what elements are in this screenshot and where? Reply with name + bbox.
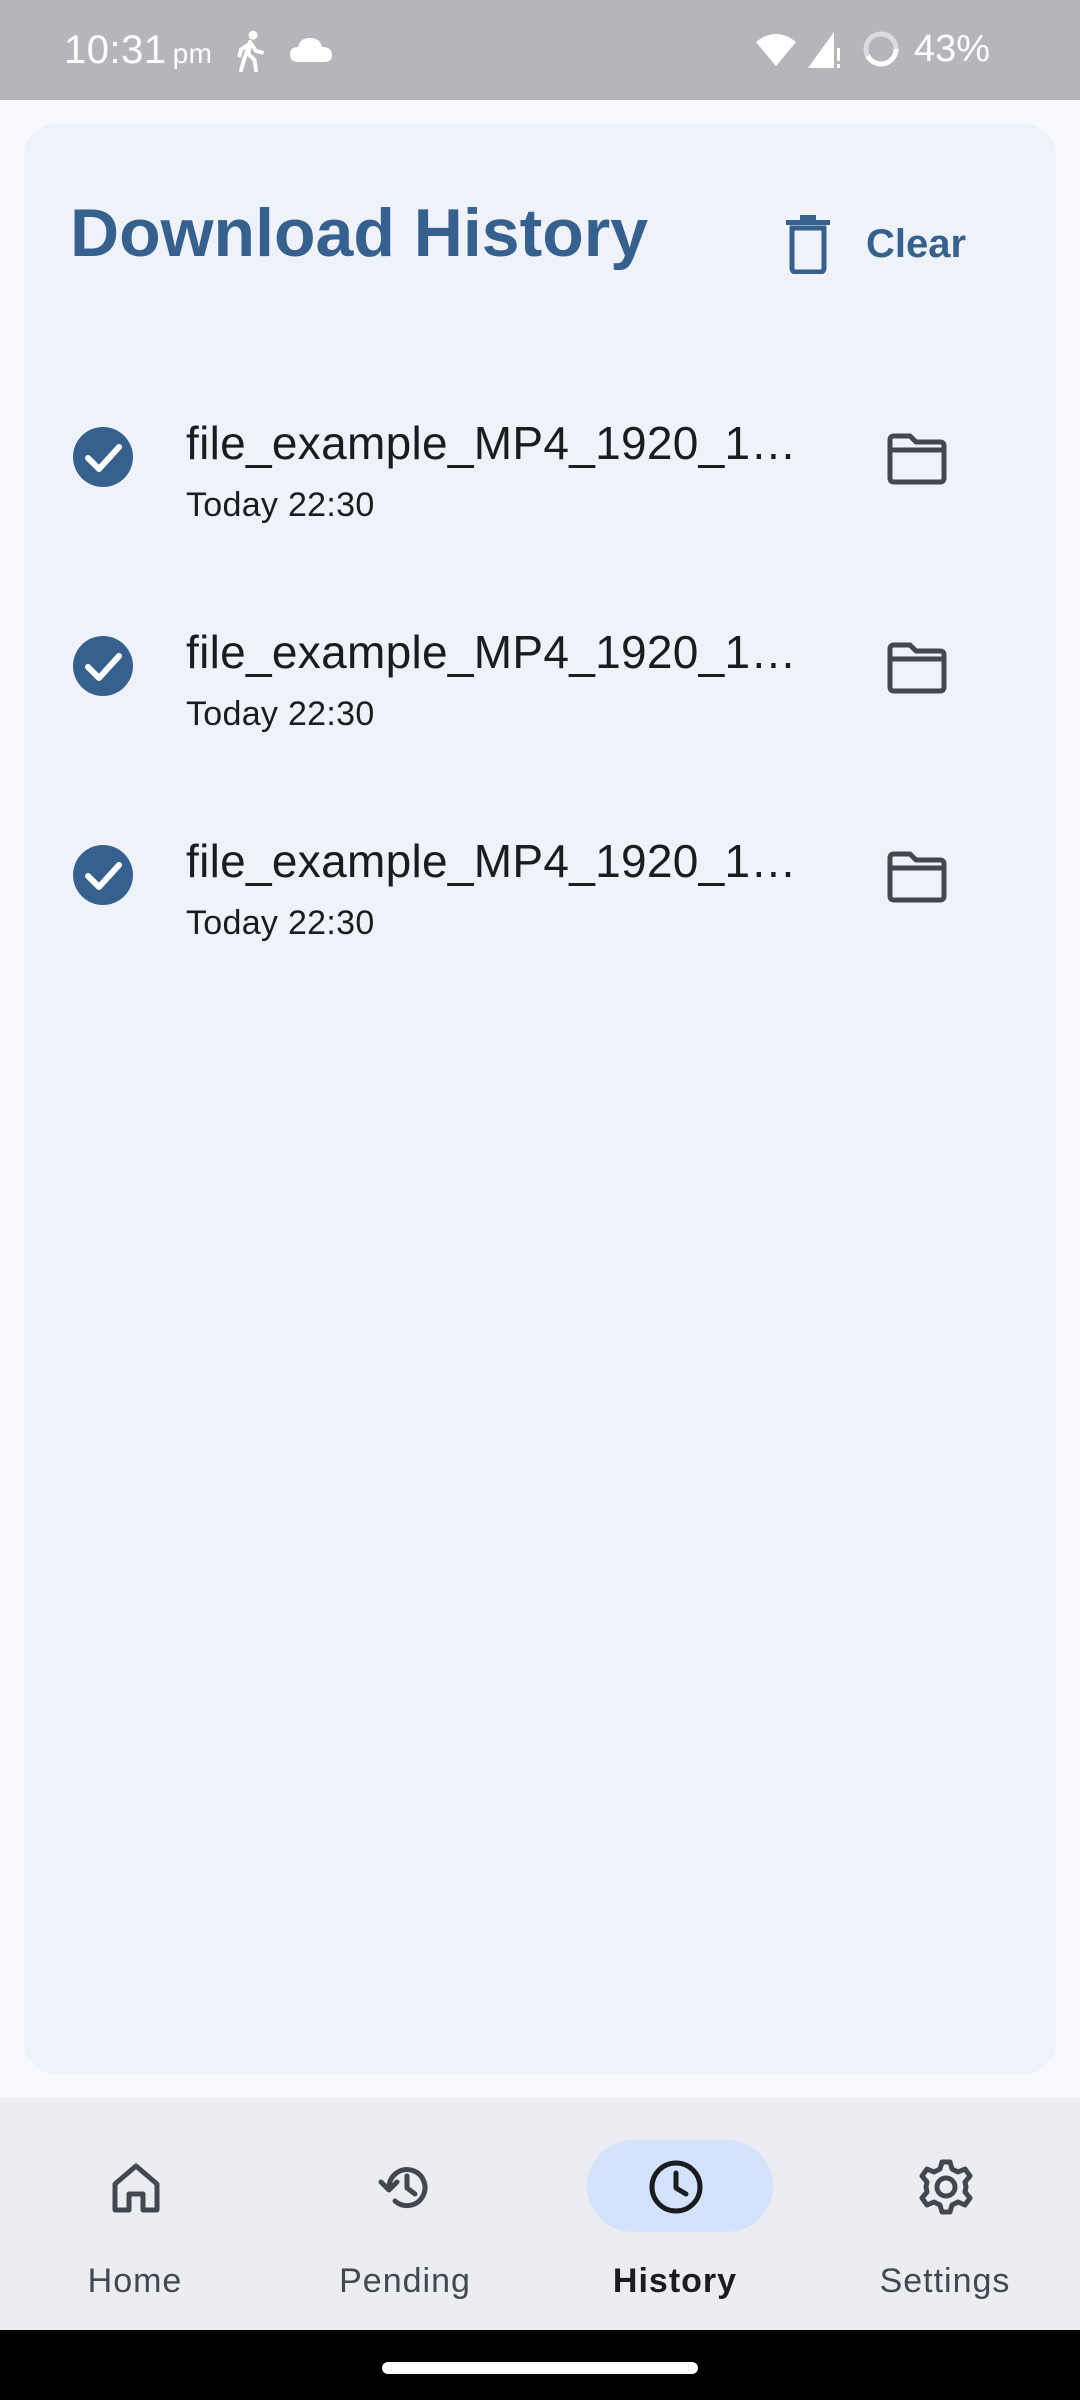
nav-home[interactable]: Home bbox=[0, 2098, 270, 2330]
clear-label: Clear bbox=[866, 221, 967, 266]
history-card: Download History Clear file_example_MP4_… bbox=[24, 124, 1056, 2074]
check-circle-icon bbox=[73, 845, 133, 905]
status-ampm: pm bbox=[172, 38, 213, 69]
page-title: Download History bbox=[70, 195, 649, 271]
file-date: Today 22:30 bbox=[186, 486, 375, 524]
nav-settings[interactable]: Settings bbox=[810, 2098, 1080, 2330]
file-date: Today 22:30 bbox=[186, 695, 375, 733]
bottom-navigation: Home Pending History Settings bbox=[0, 2098, 1080, 2330]
gesture-bar bbox=[0, 2330, 1080, 2400]
file-name: file_example_MP4_1920_1… bbox=[186, 417, 797, 469]
file-date: Today 22:30 bbox=[186, 904, 375, 942]
signal-icon bbox=[808, 32, 840, 68]
folder-icon[interactable] bbox=[886, 432, 948, 486]
trash-icon bbox=[786, 215, 830, 274]
history-item[interactable]: file_example_MP4_1920_1… Today 22:30 bbox=[24, 776, 1056, 976]
status-bar: 10:31 pm 43% bbox=[0, 0, 1080, 100]
check-circle-icon bbox=[73, 427, 133, 487]
gesture-handle[interactable] bbox=[382, 2362, 698, 2374]
folder-icon[interactable] bbox=[886, 641, 948, 695]
file-name: file_example_MP4_1920_1… bbox=[186, 626, 797, 678]
file-name: file_example_MP4_1920_1… bbox=[186, 835, 797, 887]
nav-history-label: History bbox=[612, 2262, 738, 2300]
home-icon bbox=[112, 2163, 160, 2213]
nav-home-label: Home bbox=[87, 2262, 183, 2300]
battery-level: 43% bbox=[914, 28, 991, 70]
gear-icon bbox=[919, 2159, 973, 2215]
battery-ring-icon bbox=[863, 31, 899, 67]
walking-icon bbox=[237, 30, 264, 72]
history-item[interactable]: file_example_MP4_1920_1… Today 22:30 bbox=[24, 567, 1056, 767]
cloud-icon bbox=[290, 38, 332, 62]
nav-pending-label: Pending bbox=[339, 2262, 471, 2300]
history-item[interactable]: file_example_MP4_1920_1… Today 22:30 bbox=[24, 358, 1056, 558]
folder-icon[interactable] bbox=[886, 850, 948, 904]
nav-settings-label: Settings bbox=[879, 2262, 1011, 2300]
history-restore-icon bbox=[378, 2167, 428, 2209]
check-circle-icon bbox=[73, 636, 133, 696]
wifi-icon bbox=[756, 34, 796, 66]
nav-pending[interactable]: Pending bbox=[270, 2098, 540, 2330]
clear-button[interactable]: Clear bbox=[784, 204, 1014, 284]
status-time-value: 10:31 bbox=[64, 28, 167, 72]
status-time: 10:31 pm bbox=[64, 28, 213, 73]
clock-icon bbox=[649, 2160, 703, 2214]
nav-history[interactable]: History bbox=[540, 2098, 810, 2330]
